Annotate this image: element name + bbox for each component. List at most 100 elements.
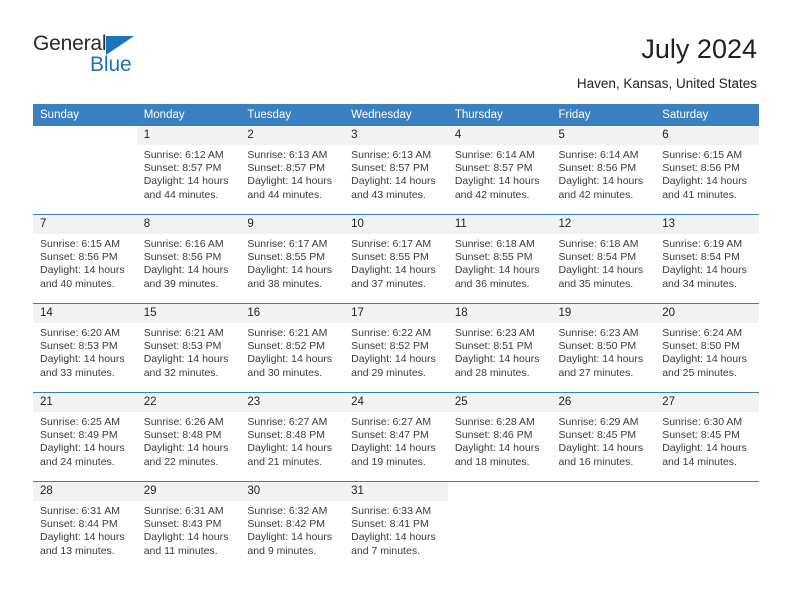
calendar-day[interactable]: 5 Sunrise: 6:14 AM Sunset: 8:56 PM Daylight… — [551, 126, 656, 214]
calendar-day[interactable]: 9 Sunrise: 6:17 AM Sunset: 8:55 PM Daylight… — [240, 215, 345, 303]
calendar-day[interactable]: 2 Sunrise: 6:13 AM Sunset: 8:57 PM Daylight… — [240, 126, 345, 214]
calendar-day[interactable]: 8 Sunrise: 6:16 AM Sunset: 8:56 PM Daylight… — [136, 215, 241, 303]
calendar-day[interactable]: 11 Sunrise: 6:18 AM Sunset: 8:55 PM Dayligh… — [447, 215, 552, 303]
calendar-day[interactable]: 17 Sunrise: 6:22 AM Sunset: 8:52 PM Dayligh… — [344, 304, 448, 392]
sunset-time: Sunset: 8:51 PM — [454, 340, 533, 353]
day-number: 30 — [240, 482, 345, 501]
day-number: 2 — [240, 126, 345, 145]
page-title: July 2024 — [641, 34, 757, 64]
calendar-day[interactable]: 23 Sunrise: 6:27 AM Sunset: 8:48 PM Dayligh… — [240, 393, 345, 481]
daylight-duration-line2: and 32 minutes. — [143, 366, 219, 379]
daylight-duration-line1: Daylight: 14 hours — [454, 353, 540, 366]
calendar-day[interactable]: 19 Sunrise: 6:23 AM Sunset: 8:50 PM Dayligh… — [551, 304, 656, 392]
sunset-time: Sunset: 8:48 PM — [247, 429, 326, 442]
daylight-duration-line2: and 22 minutes. — [143, 455, 219, 468]
day-number: 27 — [655, 393, 759, 412]
calendar-day[interactable]: 27 Sunrise: 6:30 AM Sunset: 8:45 PM Dayligh… — [655, 393, 759, 481]
calendar-day[interactable]: 7 Sunrise: 6:15 AM Sunset: 8:56 PM Daylight… — [33, 215, 137, 303]
day-number: 13 — [655, 215, 759, 234]
day-sun-info: Sunrise: 6:22 AM Sunset: 8:52 PM Daylight:… — [344, 323, 448, 380]
daylight-duration-line2: and 13 minutes. — [40, 544, 115, 557]
daylight-duration-line1: Daylight: 14 hours — [558, 264, 644, 277]
calendar-day[interactable]: 18 Sunrise: 6:23 AM Sunset: 8:51 PM Dayligh… — [447, 304, 552, 392]
daylight-duration-line2: and 44 minutes. — [143, 188, 219, 201]
calendar-day[interactable]: 16 Sunrise: 6:21 AM Sunset: 8:52 PM Dayligh… — [240, 304, 345, 392]
calendar-cell: 14 Sunrise: 6:20 AM Sunset: 8:53 PM Dayligh… — [33, 303, 137, 393]
calendar-day[interactable]: 25 Sunrise: 6:28 AM Sunset: 8:46 PM Dayligh… — [447, 393, 552, 481]
calendar-day[interactable]: 20 Sunrise: 6:24 AM Sunset: 8:50 PM Dayligh… — [655, 304, 759, 392]
sunset-time: Sunset: 8:50 PM — [558, 340, 637, 353]
day-sun-info: Sunrise: 6:25 AM Sunset: 8:49 PM Daylight:… — [33, 412, 137, 469]
sunset-time: Sunset: 8:49 PM — [40, 429, 118, 442]
sunset-time: Sunset: 8:57 PM — [247, 162, 326, 175]
calendar-day[interactable]: 10 Sunrise: 6:17 AM Sunset: 8:55 PM Dayligh… — [344, 215, 448, 303]
calendar-day[interactable]: 22 Sunrise: 6:26 AM Sunset: 8:48 PM Dayligh… — [136, 393, 241, 481]
sunset-time: Sunset: 8:42 PM — [247, 518, 326, 531]
calendar-week-row: 1 Sunrise: 6:12 AM Sunset: 8:57 PM Daylight… — [33, 126, 759, 215]
calendar-day[interactable]: 13 Sunrise: 6:19 AM Sunset: 8:54 PM Dayligh… — [655, 215, 759, 303]
calendar-day[interactable]: 30 Sunrise: 6:32 AM Sunset: 8:42 PM Dayligh… — [240, 482, 345, 570]
daylight-duration-line2: and 14 minutes. — [662, 455, 737, 468]
calendar-day[interactable]: 29 Sunrise: 6:31 AM Sunset: 8:43 PM Dayligh… — [136, 482, 241, 570]
sunset-time: Sunset: 8:52 PM — [247, 340, 326, 353]
day-number: 12 — [551, 215, 656, 234]
day-sun-info: Sunrise: 6:18 AM Sunset: 8:55 PM Daylight:… — [448, 234, 552, 291]
sunrise-time: Sunrise: 6:27 AM — [247, 416, 328, 428]
daylight-duration-line1: Daylight: 14 hours — [351, 353, 436, 366]
sunset-time: Sunset: 8:54 PM — [662, 251, 740, 264]
calendar-day[interactable]: 3 Sunrise: 6:13 AM Sunset: 8:57 PM Daylight… — [344, 126, 448, 214]
daylight-duration-line1: Daylight: 14 hours — [143, 175, 229, 188]
weekday-header-friday: Friday — [551, 104, 656, 126]
daylight-duration-line1: Daylight: 14 hours — [558, 442, 644, 455]
day-number: 19 — [551, 304, 656, 323]
sunset-time: Sunset: 8:57 PM — [351, 162, 429, 175]
sunrise-time: Sunrise: 6:27 AM — [351, 416, 432, 428]
day-number: 24 — [344, 393, 448, 412]
daylight-duration-line2: and 24 minutes. — [40, 455, 115, 468]
day-number — [655, 482, 759, 501]
calendar-day[interactable]: 14 Sunrise: 6:20 AM Sunset: 8:53 PM Dayligh… — [33, 304, 137, 392]
day-number: 14 — [33, 304, 137, 323]
sunrise-time: Sunrise: 6:32 AM — [247, 505, 328, 517]
calendar-day[interactable]: 1 Sunrise: 6:12 AM Sunset: 8:57 PM Daylight… — [136, 126, 241, 214]
calendar-page: General Blue July 2024 Haven, Kansas, Un… — [0, 0, 792, 612]
calendar-cell — [33, 126, 137, 215]
calendar-day[interactable]: 4 Sunrise: 6:14 AM Sunset: 8:57 PM Daylight… — [447, 126, 552, 214]
day-sun-info: Sunrise: 6:15 AM Sunset: 8:56 PM Daylight:… — [33, 234, 137, 291]
sunrise-time: Sunrise: 6:14 AM — [454, 149, 535, 161]
general-blue-logo[interactable]: General Blue — [33, 33, 213, 83]
day-number: 11 — [447, 215, 552, 234]
weekday-header-tuesday: Tuesday — [240, 104, 345, 126]
day-number: 22 — [136, 393, 241, 412]
calendar-week-row: 7 Sunrise: 6:15 AM Sunset: 8:56 PM Daylight… — [33, 214, 759, 304]
daylight-duration-line1: Daylight: 14 hours — [454, 175, 540, 188]
daylight-duration-line2: and 42 minutes. — [558, 188, 634, 201]
calendar-day[interactable]: 12 Sunrise: 6:18 AM Sunset: 8:54 PM Dayligh… — [551, 215, 656, 303]
calendar-cell: 21 Sunrise: 6:25 AM Sunset: 8:49 PM Dayligh… — [33, 392, 137, 482]
month-calendar: Sunday Monday Tuesday Wednesday Thursday… — [33, 104, 759, 570]
sunrise-time: Sunrise: 6:13 AM — [351, 149, 432, 161]
calendar-day[interactable]: 21 Sunrise: 6:25 AM Sunset: 8:49 PM Dayligh… — [33, 393, 137, 481]
daylight-duration-line1: Daylight: 14 hours — [143, 264, 229, 277]
daylight-duration-line2: and 41 minutes. — [662, 188, 737, 201]
calendar-week-row: 21 Sunrise: 6:25 AM Sunset: 8:49 PM Dayligh… — [33, 392, 759, 482]
calendar-day[interactable]: 28 Sunrise: 6:31 AM Sunset: 8:44 PM Dayligh… — [33, 482, 137, 570]
daylight-duration-line2: and 36 minutes. — [454, 277, 530, 290]
calendar-day[interactable]: 24 Sunrise: 6:27 AM Sunset: 8:47 PM Dayligh… — [344, 393, 448, 481]
calendar-day[interactable]: 6 Sunrise: 6:15 AM Sunset: 8:56 PM Daylight… — [655, 126, 759, 214]
day-sun-info: Sunrise: 6:24 AM Sunset: 8:50 PM Daylight:… — [655, 323, 759, 380]
day-sun-info: Sunrise: 6:30 AM Sunset: 8:45 PM Daylight:… — [655, 412, 759, 469]
daylight-duration-line1: Daylight: 14 hours — [351, 531, 436, 544]
day-sun-info: Sunrise: 6:31 AM Sunset: 8:44 PM Daylight:… — [33, 501, 137, 558]
day-sun-info: Sunrise: 6:21 AM Sunset: 8:53 PM Daylight:… — [137, 323, 241, 380]
calendar-cell: 5 Sunrise: 6:14 AM Sunset: 8:56 PM Daylight… — [551, 126, 656, 215]
sunrise-time: Sunrise: 6:15 AM — [662, 149, 743, 161]
calendar-day[interactable]: 15 Sunrise: 6:21 AM Sunset: 8:53 PM Dayligh… — [136, 304, 241, 392]
calendar-day[interactable]: 31 Sunrise: 6:33 AM Sunset: 8:41 PM Dayligh… — [344, 482, 448, 570]
day-sun-info: Sunrise: 6:16 AM Sunset: 8:56 PM Daylight:… — [137, 234, 241, 291]
sunset-time: Sunset: 8:41 PM — [351, 518, 429, 531]
daylight-duration-line2: and 38 minutes. — [247, 277, 323, 290]
sunset-time: Sunset: 8:47 PM — [351, 429, 429, 442]
day-sun-info: Sunrise: 6:20 AM Sunset: 8:53 PM Daylight:… — [33, 323, 137, 380]
calendar-day[interactable]: 26 Sunrise: 6:29 AM Sunset: 8:45 PM Dayligh… — [551, 393, 656, 481]
